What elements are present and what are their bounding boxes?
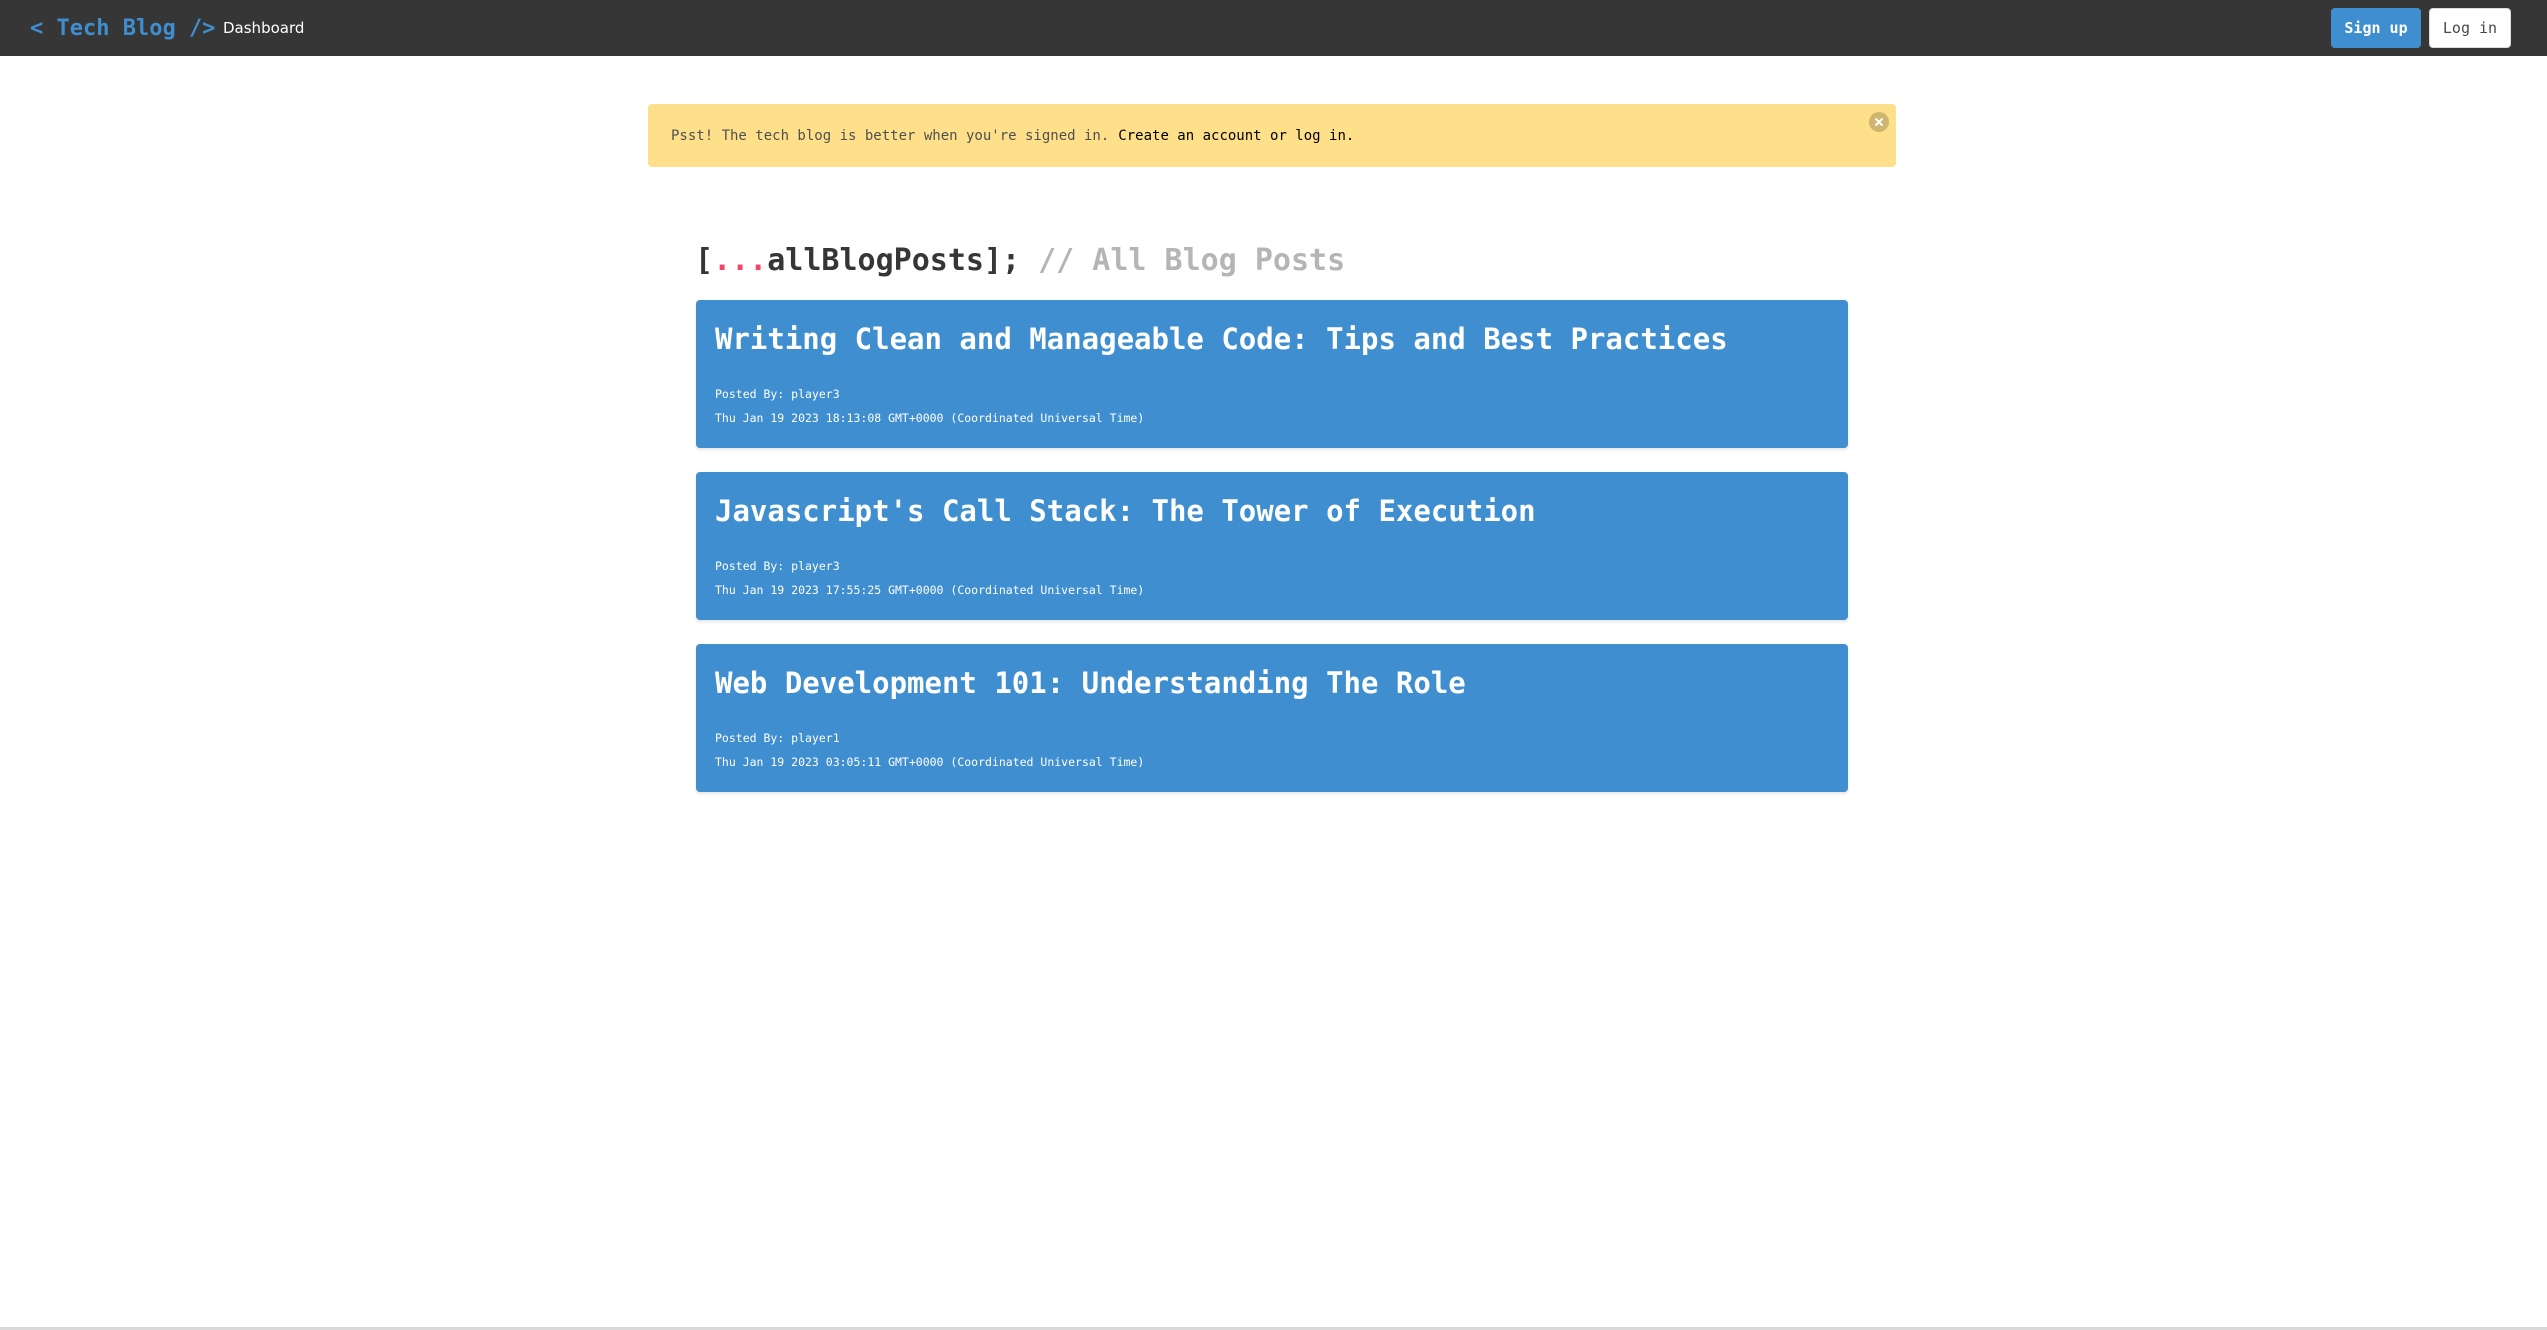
post-meta: Posted By: player1 Thu Jan 19 2023 03:05…	[715, 726, 1828, 774]
post-date: Thu Jan 19 2023 17:55:25 GMT+0000 (Coord…	[715, 583, 1145, 597]
post-title[interactable]: Web Development 101: Understanding The R…	[715, 666, 1828, 700]
post-author: Posted By: player1	[715, 731, 840, 745]
signup-button[interactable]: Sign up	[2331, 8, 2421, 48]
post-title[interactable]: Writing Clean and Manageable Code: Tips …	[715, 322, 1828, 356]
signin-notification: Psst! The tech blog is better when you'r…	[648, 104, 1896, 167]
title-identifier: allBlogPosts];	[767, 242, 1021, 278]
title-spread-operator: ...	[713, 242, 768, 278]
post-date: Thu Jan 19 2023 03:05:11 GMT+0000 (Coord…	[715, 755, 1145, 769]
login-button[interactable]: Log in	[2429, 8, 2511, 48]
post-title[interactable]: Javascript's Call Stack: The Tower of Ex…	[715, 494, 1828, 528]
close-icon[interactable]	[1869, 112, 1889, 132]
post-author: Posted By: player3	[715, 559, 840, 573]
nav-dashboard-link[interactable]: Dashboard	[223, 0, 304, 56]
title-comment: // All Blog Posts	[1038, 242, 1346, 278]
post-date: Thu Jan 19 2023 18:13:08 GMT+0000 (Coord…	[715, 411, 1145, 425]
post-meta: Posted By: player3 Thu Jan 19 2023 17:55…	[715, 554, 1828, 602]
post-meta: Posted By: player3 Thu Jan 19 2023 18:13…	[715, 382, 1828, 430]
brand-logo-link[interactable]: < Tech Blog />	[30, 0, 215, 56]
post-card[interactable]: Javascript's Call Stack: The Tower of Ex…	[696, 472, 1848, 620]
navbar: < Tech Blog /> Dashboard Sign up Log in	[0, 0, 2547, 56]
page-title: [... allBlogPosts]; // All Blog Posts	[695, 238, 1345, 282]
post-card[interactable]: Writing Clean and Manageable Code: Tips …	[696, 300, 1848, 448]
post-author: Posted By: player3	[715, 387, 840, 401]
notification-signup-link[interactable]: Create an account or log in.	[1118, 128, 1354, 144]
post-list: Writing Clean and Manageable Code: Tips …	[696, 300, 1848, 816]
post-card[interactable]: Web Development 101: Understanding The R…	[696, 644, 1848, 792]
title-open-bracket: [	[695, 242, 714, 278]
notification-text: Psst! The tech blog is better when you'r…	[671, 127, 1110, 144]
